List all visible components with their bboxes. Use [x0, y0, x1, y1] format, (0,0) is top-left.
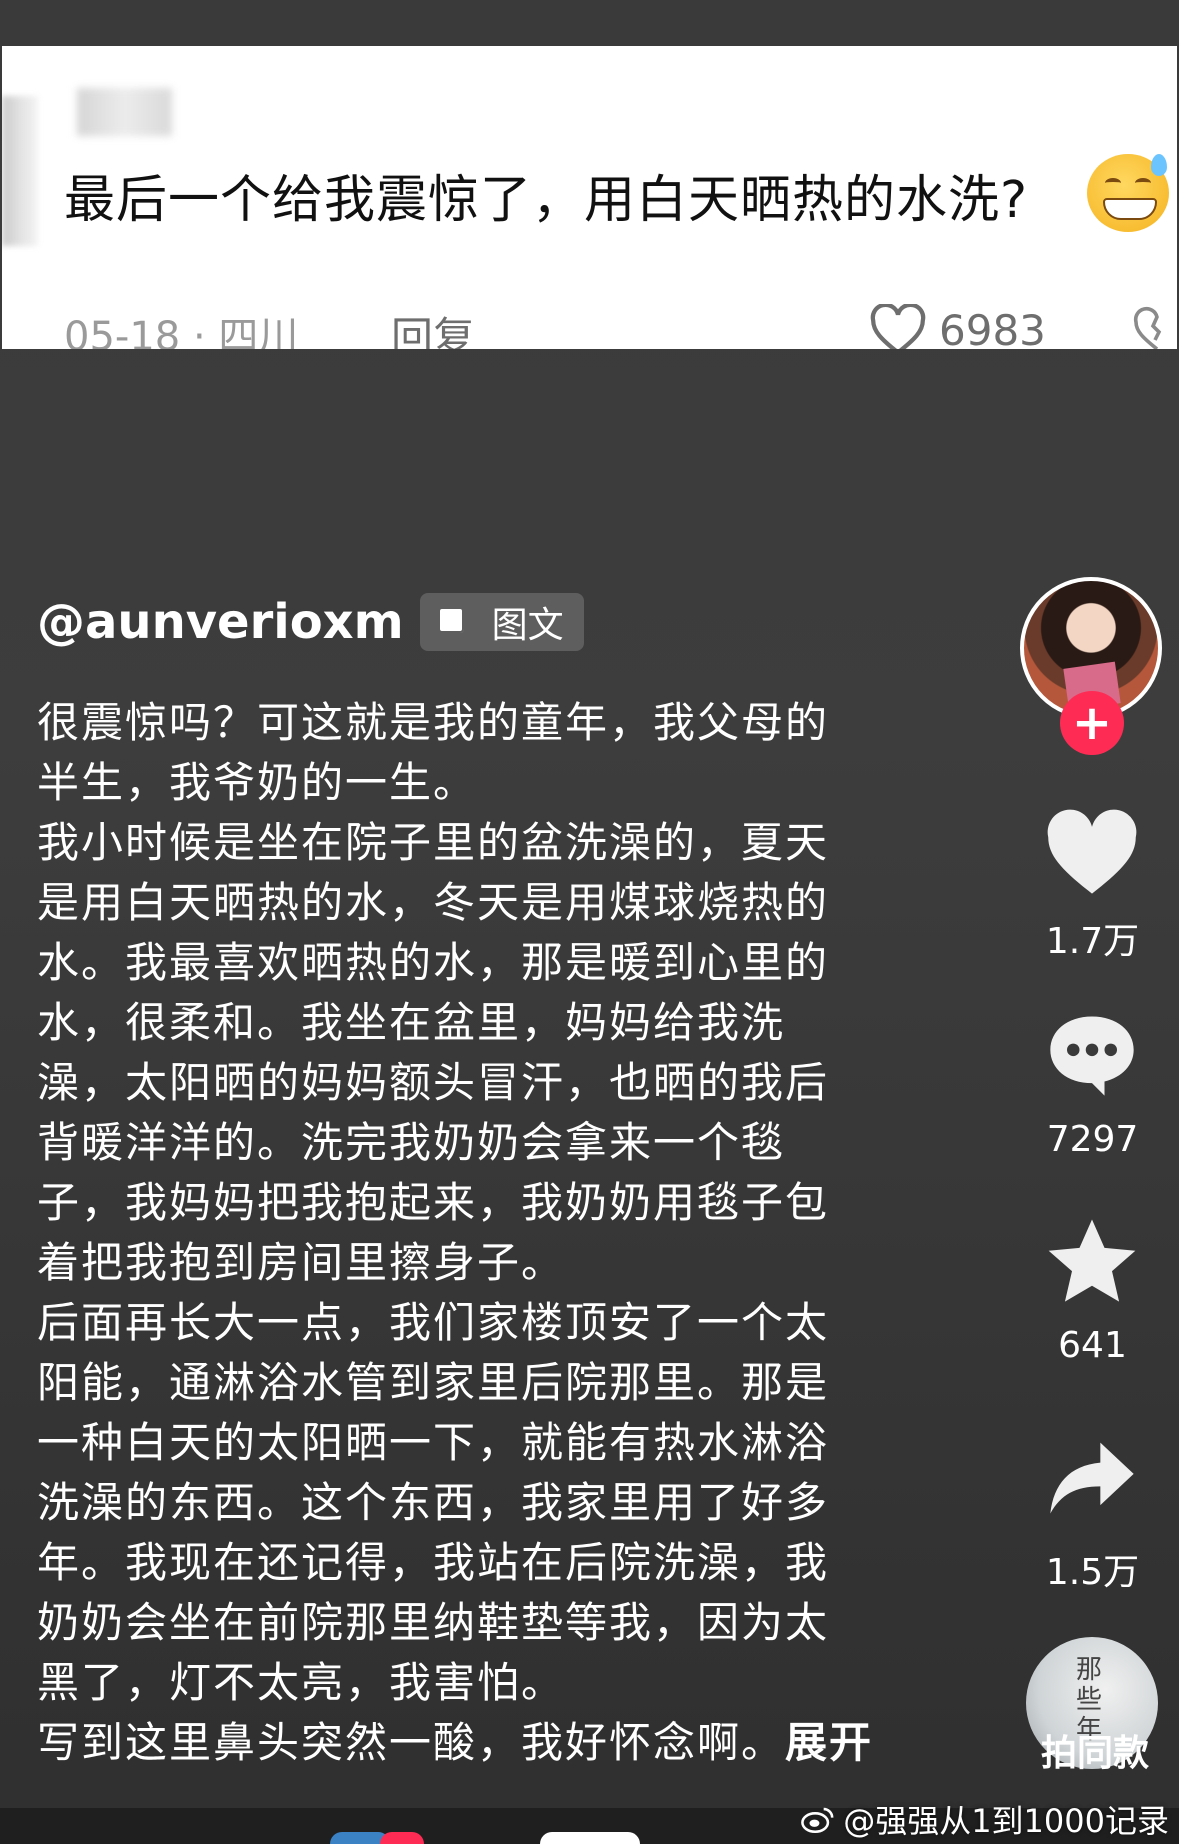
- same-style-button[interactable]: 拍同款: [1020, 1724, 1170, 1776]
- post-line: 水，很柔和。我坐在盆里，妈妈给我洗: [37, 998, 786, 1047]
- comment-location: 四川: [218, 314, 299, 349]
- comment-text: 最后一个给我震惊了，用白天晒热的水洗?: [64, 171, 1029, 230]
- bottom-nav-tab[interactable]: [380, 1832, 424, 1844]
- share-count: 1.5万: [1045, 1552, 1140, 1593]
- post-line: 阳能，通淋浴水管到家里后院那里。那是: [37, 1358, 830, 1407]
- comment-count: 7297: [1046, 1119, 1139, 1160]
- top-band: [0, 0, 1179, 46]
- post-line: 黑了，灯不太亮，我害怕。: [37, 1658, 566, 1707]
- blurred-username: [77, 88, 172, 136]
- comment-like-button[interactable]: 6983: [869, 304, 1046, 349]
- expand-button[interactable]: 展开: [785, 1718, 873, 1767]
- weibo-icon: [801, 1807, 834, 1834]
- post-line: 半生，我爷奶的一生。: [37, 758, 478, 807]
- author-row: @aunverioxm 图文: [37, 593, 584, 651]
- meta-separator: ·: [192, 314, 219, 349]
- post-line-text: 写到这里鼻头突然一酸，我好怀念啊。: [37, 1718, 786, 1767]
- sweat-smile-emoji-icon: [1087, 154, 1169, 232]
- post-line: 我小时候是坐在院子里的盆洗澡的，夏天: [37, 818, 830, 867]
- post-line: 很震惊吗？可这就是我的童年，我父母的: [37, 698, 830, 747]
- post-line: 背暖洋洋的。洗完我奶奶会拿来一个毯: [37, 1118, 786, 1167]
- post-type-label: 图文: [491, 605, 564, 646]
- blurred-avatar: [2, 96, 38, 246]
- favorite-count: 641: [1058, 1325, 1127, 1366]
- post-line: 澡，太阳晒的妈妈额头冒汗，也晒的我后: [37, 1058, 830, 1107]
- post-line: 子，我妈妈把我抱起来，我奶奶用毯子包: [37, 1178, 830, 1227]
- post-line-last: 写到这里鼻头突然一酸，我好怀念啊。展开: [37, 1713, 907, 1773]
- like-count: 1.7万: [1045, 921, 1140, 962]
- post-line: 奶奶会坐在前院那里纳鞋垫等我，因为太: [37, 1598, 830, 1647]
- watermark-text: @强强从1到1000记录: [843, 1802, 1169, 1840]
- post-line: 年。我现在还记得，我站在后院洗澡，我: [37, 1538, 830, 1587]
- share-icon[interactable]: [1042, 1426, 1142, 1526]
- comment-date: 05-18: [64, 314, 181, 349]
- image-stack-icon: [437, 607, 470, 637]
- post-line: 一种白天的太阳晒一下，就能有热水淋浴: [37, 1418, 830, 1467]
- heart-outline-icon: [870, 304, 926, 349]
- post-line: 水。我最喜欢晒热的水，那是暖到心里的: [37, 938, 830, 987]
- author-name[interactable]: @aunverioxm: [37, 594, 404, 650]
- follow-plus-icon[interactable]: +: [1060, 691, 1124, 755]
- post-body: 很震惊吗？可这就是我的童年，我父母的 半生，我爷奶的一生。 我小时候是坐在院子里…: [37, 693, 907, 1773]
- heart-icon[interactable]: [1042, 804, 1142, 904]
- comment-meta: 05-18 · 四川: [64, 304, 298, 349]
- post-type-badge: 图文: [419, 593, 584, 651]
- comment-like-count: 6983: [939, 305, 1046, 350]
- reply-button[interactable]: 回复: [391, 304, 475, 349]
- post-line: 后面再长大一点，我们家楼顶安了一个太: [37, 1298, 830, 1347]
- broken-heart-icon[interactable]: [1133, 304, 1177, 349]
- post-line: 着把我抱到房间里擦身子。: [37, 1238, 566, 1287]
- star-icon[interactable]: [1042, 1212, 1142, 1312]
- post-line: 洗澡的东西。这个东西，我家里用了好多: [37, 1478, 830, 1527]
- comment-icon[interactable]: [1042, 1004, 1142, 1104]
- comment-card: 最后一个给我震惊了，用白天晒热的水洗? 05-18 · 四川 回复 6983: [2, 46, 1177, 349]
- watermark: @强强从1到1000记录: [801, 1796, 1169, 1842]
- bottom-nav-tab[interactable]: [540, 1832, 640, 1844]
- post-line: 是用白天晒热的水，冬天是用煤球烧热的: [37, 878, 830, 927]
